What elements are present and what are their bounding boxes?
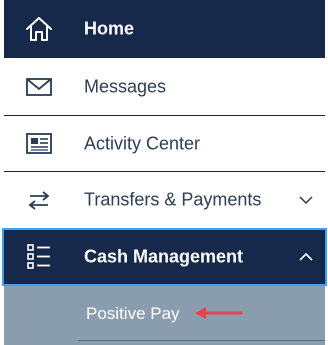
transfer-arrows-icon — [24, 185, 54, 215]
divider — [78, 340, 325, 341]
nav-item-activity-center[interactable]: Activity Center — [4, 116, 325, 171]
nav-item-transfers-payments[interactable]: Transfers & Payments — [4, 172, 325, 228]
home-icon — [24, 14, 54, 44]
nav-item-cash-management[interactable]: Cash Management — [2, 228, 327, 286]
nav-item-label: Activity Center — [84, 133, 201, 153]
annotation-arrow-icon — [195, 307, 243, 319]
nav-item-label: Cash Management — [84, 246, 244, 267]
nav-item-messages[interactable]: Messages — [4, 58, 325, 115]
nav-subitem-label: Positive Pay — [86, 303, 180, 323]
nav-item-label: Messages — [84, 76, 167, 96]
nav-item-home[interactable]: Home — [4, 0, 325, 58]
chevron-down-icon[interactable] — [297, 191, 315, 209]
nav-item-label: Home — [84, 18, 135, 39]
newspaper-icon — [24, 129, 54, 159]
nav-subitem-positive-pay[interactable]: Positive Pay — [4, 286, 325, 341]
submenu-continuation — [4, 341, 325, 345]
list-icon — [24, 242, 54, 272]
side-navigation: Home Messages Activity Center Transfers … — [0, 0, 328, 345]
envelope-icon — [24, 72, 54, 102]
chevron-up-icon[interactable] — [297, 248, 315, 266]
nav-item-label: Transfers & Payments — [84, 189, 262, 210]
